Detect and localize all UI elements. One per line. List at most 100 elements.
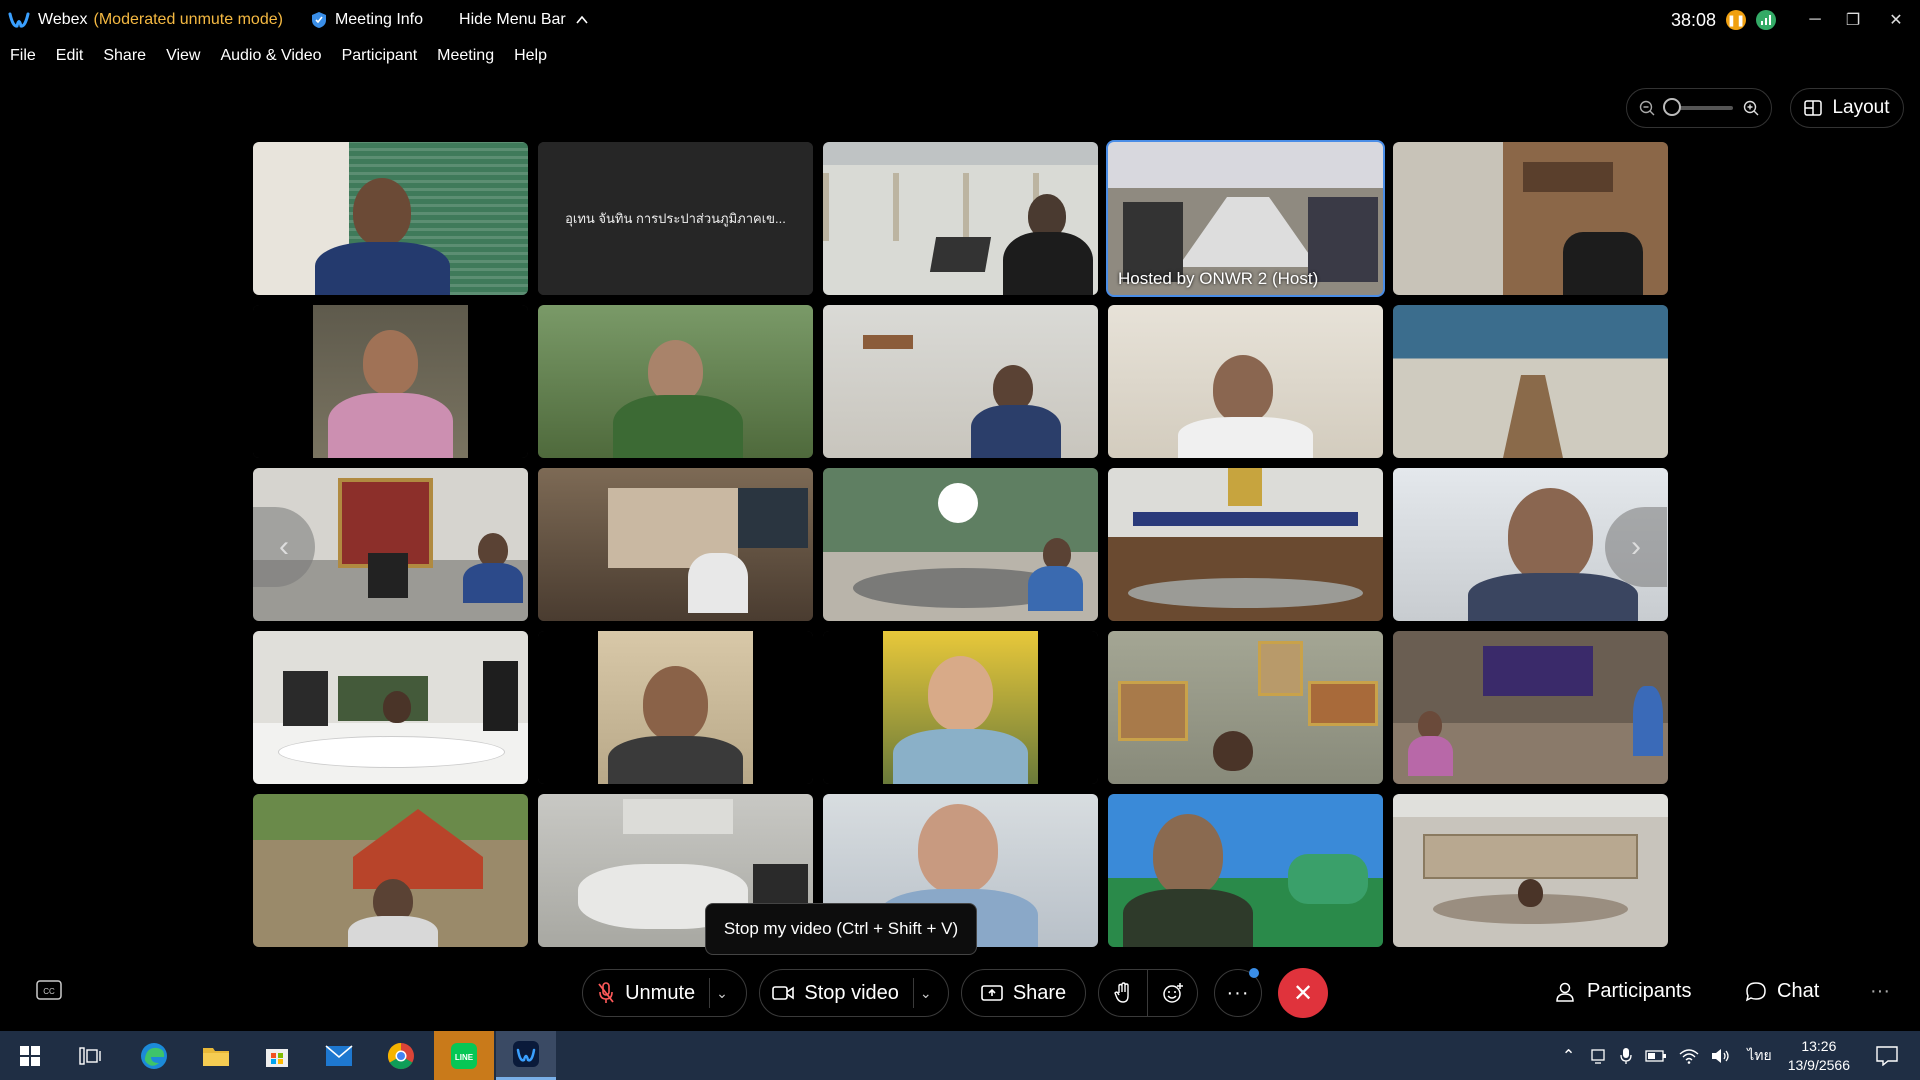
file-explorer-taskbar[interactable] xyxy=(195,1031,237,1080)
menu-edit[interactable]: Edit xyxy=(56,47,84,65)
line-app-taskbar[interactable]: LINE xyxy=(434,1031,494,1080)
chat-button[interactable]: Chat xyxy=(1745,980,1819,1003)
video-tile[interactable] xyxy=(253,142,528,295)
close-icon: ✕ xyxy=(1292,979,1314,1007)
more-horizontal-icon: ··· xyxy=(1226,981,1250,1004)
video-tile[interactable] xyxy=(538,305,813,458)
layout-button[interactable]: Layout xyxy=(1790,88,1904,128)
video-tile[interactable] xyxy=(253,631,528,784)
video-tile[interactable] xyxy=(823,468,1098,621)
zoom-slider[interactable] xyxy=(1663,98,1733,116)
video-tile[interactable] xyxy=(1108,794,1383,947)
input-language-indicator[interactable]: ไทย xyxy=(1747,1045,1771,1067)
menu-view[interactable]: View xyxy=(166,47,200,65)
zoom-in-icon[interactable] xyxy=(1743,100,1759,116)
meeting-info-label: Meeting Info xyxy=(334,11,424,28)
stop-video-tooltip: Stop my video (Ctrl + Shift + V) xyxy=(705,903,977,955)
restore-window-button[interactable]: ❐ xyxy=(1834,0,1872,40)
microphone-icon[interactable] xyxy=(1619,1047,1633,1065)
video-tile[interactable] xyxy=(253,794,528,947)
stop-video-button[interactable]: Stop video ⌄ xyxy=(759,969,949,1017)
minimize-window-button[interactable]: ─ xyxy=(1796,0,1834,40)
video-tile[interactable] xyxy=(1393,305,1668,458)
windows-logo-icon xyxy=(20,1045,40,1066)
video-tile[interactable] xyxy=(253,305,528,458)
moderation-mode-label: (Moderated unmute mode) xyxy=(93,11,283,28)
leave-meeting-button[interactable]: ✕ xyxy=(1278,968,1328,1018)
participants-icon xyxy=(1556,982,1574,1002)
system-clock[interactable]: 13:26 13/9/2566 xyxy=(1788,1037,1850,1075)
menu-share[interactable]: Share xyxy=(103,47,146,65)
video-tile[interactable] xyxy=(1393,142,1668,295)
task-view-button[interactable] xyxy=(70,1031,110,1080)
battery-icon[interactable] xyxy=(1645,1049,1667,1063)
microsoft-store-taskbar[interactable] xyxy=(256,1031,298,1080)
line-chat-icon: LINE xyxy=(451,1042,477,1069)
video-tile[interactable] xyxy=(1393,631,1668,784)
layout-label: Layout xyxy=(1832,97,1890,118)
windows-taskbar: LINE ⌃ ไทย 13:26 13/9/2566 xyxy=(0,1031,1920,1080)
more-options-button[interactable]: ··· xyxy=(1214,968,1262,1017)
menu-audio-video[interactable]: Audio & Video xyxy=(220,47,321,65)
grid-layout-icon xyxy=(1804,100,1823,116)
video-tile[interactable] xyxy=(1393,794,1668,947)
unmute-label: Unmute xyxy=(625,981,696,1004)
chrome-taskbar[interactable] xyxy=(380,1031,422,1080)
svg-text:LINE: LINE xyxy=(455,1053,474,1062)
video-tile[interactable] xyxy=(1108,631,1383,784)
chevron-down-icon[interactable]: ⌄ xyxy=(716,985,728,1002)
shield-icon xyxy=(311,12,326,28)
participant-name: อุเทน จันทิน การประปาส่วนภูมิภาคเข... xyxy=(538,142,813,295)
meeting-info-button[interactable]: Meeting Info xyxy=(311,11,423,29)
reactions-button[interactable] xyxy=(1148,969,1198,1017)
video-tile-host[interactable]: Hosted by ONWR 2 (Host) xyxy=(1106,140,1385,297)
edge-browser-taskbar[interactable] xyxy=(133,1031,175,1080)
chevron-down-icon[interactable]: ⌄ xyxy=(920,985,932,1002)
raise-hand-button[interactable] xyxy=(1098,969,1148,1017)
participants-button[interactable]: Participants xyxy=(1555,980,1692,1003)
zoom-out-icon[interactable] xyxy=(1639,100,1655,116)
chevron-up-icon[interactable]: ⌃ xyxy=(1562,1046,1575,1066)
notification-center-icon[interactable] xyxy=(1876,1045,1898,1066)
menu-meeting[interactable]: Meeting xyxy=(437,47,494,65)
video-tile[interactable] xyxy=(823,305,1098,458)
mail-taskbar[interactable] xyxy=(318,1031,360,1080)
chrome-browser-icon xyxy=(387,1042,414,1069)
volume-icon[interactable] xyxy=(1711,1048,1731,1064)
device-icon[interactable] xyxy=(1589,1047,1607,1065)
hide-menu-bar-button[interactable]: Hide Menu Bar xyxy=(459,11,590,29)
chat-bubble-icon xyxy=(1745,981,1766,1001)
chevron-up-icon xyxy=(576,15,588,24)
participant-label: Hosted by ONWR 2 (Host) xyxy=(1118,269,1319,288)
video-tile[interactable] xyxy=(823,142,1098,295)
video-tile[interactable] xyxy=(823,631,1098,784)
video-tile[interactable] xyxy=(1108,468,1383,621)
video-tile[interactable] xyxy=(538,468,813,621)
closed-captions-icon[interactable]: CC xyxy=(36,980,62,1000)
more-menu-button[interactable]: ··· xyxy=(1870,980,1890,1003)
unmute-button[interactable]: Unmute ⌄ xyxy=(582,969,747,1017)
hide-menu-bar-label: Hide Menu Bar xyxy=(459,11,566,28)
wifi-icon[interactable] xyxy=(1679,1048,1699,1064)
video-tile[interactable] xyxy=(538,631,813,784)
start-button[interactable] xyxy=(10,1031,50,1080)
network-signal-icon[interactable] xyxy=(1756,10,1776,30)
share-button[interactable]: Share xyxy=(961,969,1086,1017)
folder-icon xyxy=(203,1047,229,1066)
share-label: Share xyxy=(1012,981,1067,1004)
emoji-reaction-icon xyxy=(1162,983,1183,1003)
chevron-left-icon: ‹ xyxy=(279,530,289,563)
menu-participant[interactable]: Participant xyxy=(342,47,418,65)
clock-date: 13/9/2566 xyxy=(1787,1056,1850,1073)
menu-file[interactable]: File xyxy=(10,47,36,65)
pause-status-icon[interactable]: ❚❚ xyxy=(1726,10,1746,30)
clock-time: 13:26 xyxy=(1801,1037,1837,1054)
zoom-slider-handle[interactable] xyxy=(1663,98,1681,116)
video-tile-name-only[interactable]: อุเทน จันทิน การประปาส่วนภูมิภาคเข... xyxy=(538,142,813,295)
menu-help[interactable]: Help xyxy=(514,47,547,65)
meeting-controls: Unmute ⌄ Stop video ⌄ Share ··· ✕ xyxy=(582,968,1328,1018)
webex-taskbar[interactable] xyxy=(496,1031,556,1080)
share-screen-icon xyxy=(981,985,1003,1001)
close-window-button[interactable]: ✕ xyxy=(1872,0,1920,40)
video-tile[interactable] xyxy=(1108,305,1383,458)
